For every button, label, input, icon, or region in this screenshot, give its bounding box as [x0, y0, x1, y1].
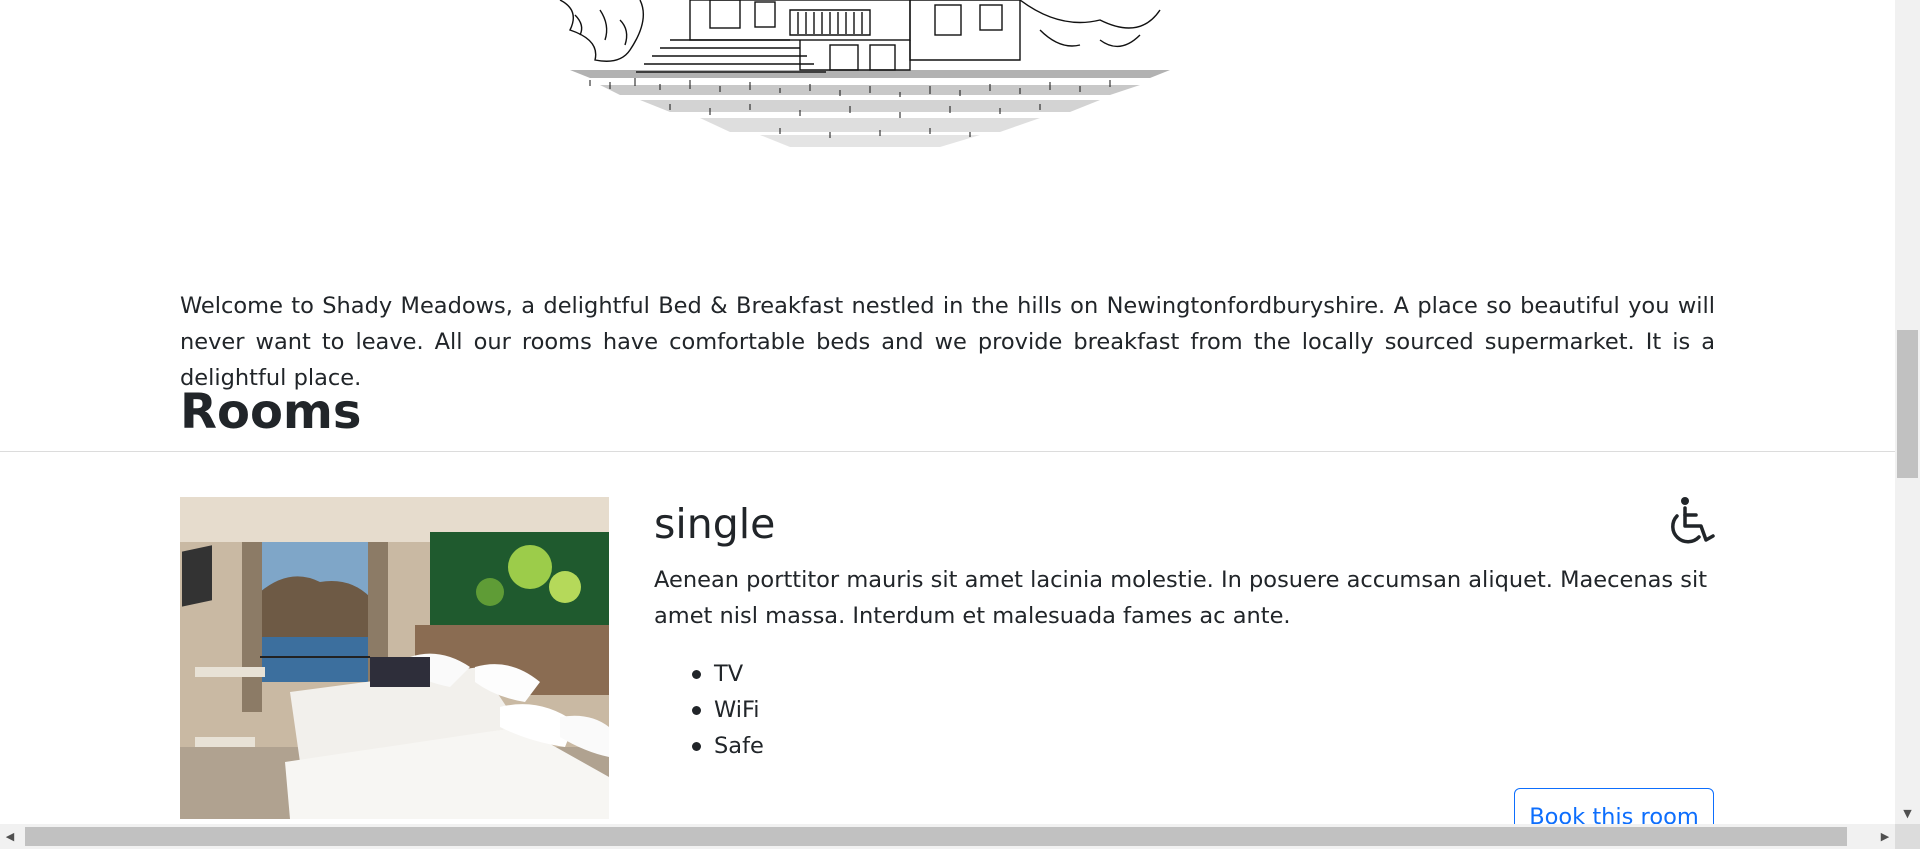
welcome-paragraph: Welcome to Shady Meadows, a delightful B…: [180, 293, 1715, 391]
feature-item: TV: [692, 656, 764, 692]
vertical-scrollbar[interactable]: ▼: [1895, 0, 1920, 824]
scroll-left-arrow-icon[interactable]: ◀: [0, 824, 20, 849]
room-features-list: TV WiFi Safe: [654, 656, 764, 764]
scroll-down-arrow-icon[interactable]: ▼: [1895, 804, 1920, 824]
house-sketch-image: [559, 0, 1170, 147]
feature-item: Safe: [692, 728, 764, 764]
wheelchair-icon: [1671, 497, 1715, 544]
horizontal-scrollbar-thumb[interactable]: [25, 827, 1847, 846]
scroll-right-arrow-icon[interactable]: ▶: [1875, 824, 1895, 849]
room-name: single: [654, 500, 776, 548]
scrollbar-corner: [1895, 824, 1920, 849]
page-viewport: Welcome to Shady Meadows, a delightful B…: [0, 0, 1895, 824]
room-description: Aenean porttitor mauris sit amet lacinia…: [654, 567, 1708, 629]
book-room-button[interactable]: Book this room: [1514, 788, 1714, 824]
room-photo: [180, 497, 609, 819]
section-divider: [0, 451, 1895, 452]
horizontal-scrollbar[interactable]: ◀ ▶: [0, 824, 1895, 849]
rooms-heading: Rooms: [180, 384, 362, 440]
feature-item: WiFi: [692, 692, 764, 728]
vertical-scrollbar-thumb[interactable]: [1897, 330, 1918, 478]
